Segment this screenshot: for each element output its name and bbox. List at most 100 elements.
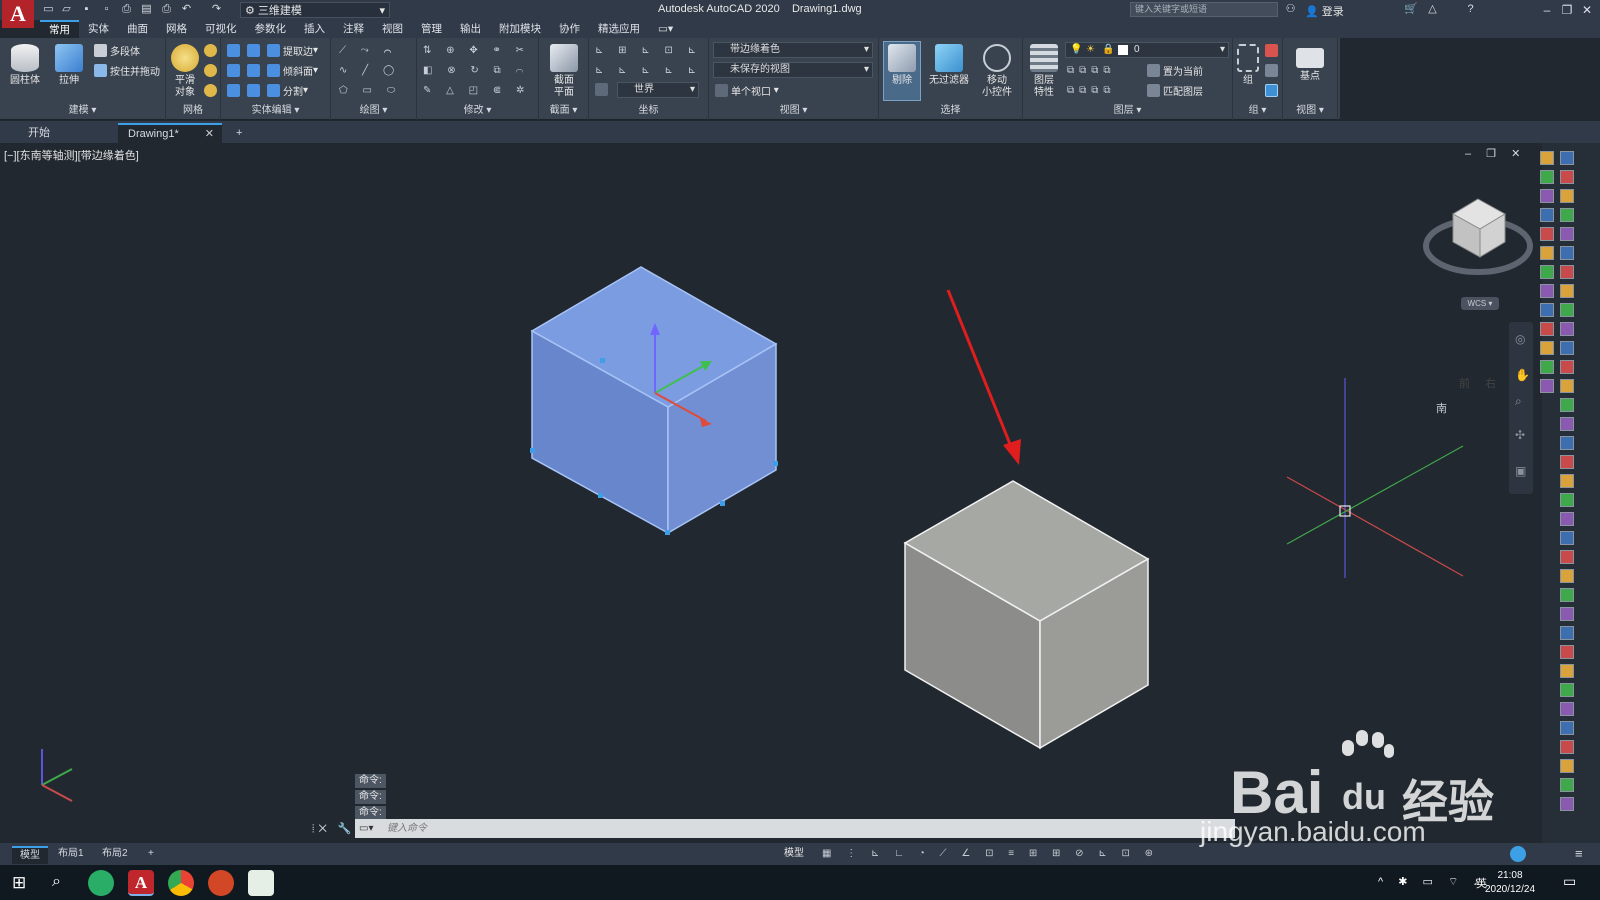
palette-tool-icon[interactable] [1560,265,1574,279]
taskbar-search-icon[interactable]: ⌕ [52,873,61,891]
group-select-icon[interactable] [1265,84,1278,97]
modify-row-2[interactable]: ◧ ⊗ ↻ ⧉ ⌒ [423,62,529,78]
set-current-button[interactable]: 置为当前 [1147,62,1203,78]
grip-point[interactable] [720,501,725,506]
new-file-icon[interactable]: ▭ [42,3,55,16]
smooth-object-button[interactable]: 平滑 对象 [166,44,204,99]
mesh-sphere-icon[interactable] [204,44,217,57]
intersect-icon[interactable] [227,84,240,97]
windows-start-icon[interactable]: ⊞ [12,873,26,893]
separate-button[interactable]: 分割 ▾ [267,82,308,98]
tab-start[interactable]: 开始 [18,123,118,143]
tab-layout2[interactable]: 布局2 [94,846,136,862]
thicken-icon[interactable] [247,84,260,97]
pan-icon[interactable]: ✋ [1515,368,1530,382]
subtract-icon[interactable] [227,64,240,77]
palette-tool-icon[interactable] [1540,170,1554,184]
draw-group-label[interactable]: 绘图 ▾ [331,104,416,118]
ucs-row-1[interactable]: ⊾ ⊞ ⊾ ⊡ ⊾ [595,42,702,58]
viewcube[interactable] [1423,198,1533,275]
login-button[interactable]: 👤 登录 [1305,3,1344,19]
extrude-button[interactable]: 拉伸 [50,44,88,87]
system-tray-icons[interactable]: ^ ✱ ▭ ⌔ ♪ [1378,875,1485,889]
modeling-group-label[interactable]: 建模 ▾ [0,104,165,118]
showmotion-icon[interactable]: ▣ [1515,464,1526,478]
save-icon[interactable]: ▪ [80,3,93,16]
coordinates-group-label[interactable]: 坐标 [589,104,708,118]
palette-tool-icon[interactable] [1540,322,1554,336]
presspull-button[interactable]: 按住并拖动 [94,62,160,78]
ucs-row-2[interactable]: ⊾ ⊾ ⊾ ⊾ ⊾ [595,62,702,78]
palette-tool-icon[interactable] [1540,151,1554,165]
section-group-label[interactable]: 截面 ▾ [539,104,588,118]
orbit-icon[interactable]: ✣ [1515,428,1525,442]
palette-tool-icon[interactable] [1540,208,1554,222]
mesh-group-label[interactable]: 网格 [166,104,220,118]
palette-tool-icon[interactable] [1560,398,1574,412]
open-folder-icon[interactable]: ▱ [60,3,73,16]
chrome-icon[interactable] [168,870,194,896]
customize-menu-icon[interactable]: ≡ [1575,846,1583,861]
layer-dropdown[interactable]: 💡 ☀ 🔒 0 ▾ [1065,42,1229,58]
app-tree-icon[interactable] [248,870,274,896]
layer-tools-row-2[interactable]: ⧉⧉⧉⧉ [1067,82,1116,98]
palette-tool-icon[interactable] [1560,531,1574,545]
grip-point[interactable] [598,493,603,498]
layers-group-label[interactable]: 图层 ▾ [1023,104,1232,118]
grip-point[interactable] [665,530,670,535]
palette-tool-icon[interactable] [1540,379,1554,393]
palette-tool-icon[interactable] [1540,189,1554,203]
status-toggle-icons[interactable]: ▦ ⋮ ⊾ ∟ ◔ ⟋ ∠ ⊡ ≡ ⊞ ⊞ ⊘ ⊾ ⊡ ⊛ [814,846,1167,862]
palette-tool-icon[interactable] [1560,740,1574,754]
viewport-config-button[interactable]: 单个视口 ▾ [715,82,779,98]
groups-group-label[interactable]: 组 ▾ [1233,104,1282,118]
section-plane-button[interactable]: 截面 平面 [545,44,583,99]
share-icon[interactable]: △ [1426,3,1439,16]
palette-tool-icon[interactable] [1560,550,1574,564]
solid-edit-group-label[interactable]: 实体编辑 ▾ [221,104,330,118]
add-layout-button[interactable]: + [140,846,162,862]
tab-solid[interactable]: 实体 [79,20,118,38]
help-icon[interactable]: ? [1464,3,1477,16]
new-tab-button[interactable]: + [226,123,246,143]
cart-icon[interactable]: 🛒 [1404,3,1418,16]
palette-tool-icon[interactable] [1560,683,1574,697]
restore-button[interactable]: ❐ [1558,2,1576,18]
palette-tool-icon[interactable] [1560,493,1574,507]
palette-tool-icon[interactable] [1540,303,1554,317]
modify-row-3[interactable]: ✎ △ ◰ ⋐ ✲ [423,82,530,98]
palette-tool-icon[interactable] [1560,151,1574,165]
tab-collaborate[interactable]: 协作 [550,20,589,38]
saved-view-dropdown[interactable]: 未保存的视图 ▾ [713,62,873,78]
tab-manage[interactable]: 管理 [412,20,451,38]
palette-tool-icon[interactable] [1540,246,1554,260]
modify-group-label[interactable]: 修改 ▾ [417,104,538,118]
tab-model-layout[interactable]: 模型 [12,846,48,864]
culling-button[interactable]: 剔除 [883,41,921,101]
move-gizmo-button[interactable]: 移动 小控件 [977,44,1017,99]
autocad-logo[interactable]: A [2,0,34,28]
palette-tool-icon[interactable] [1560,721,1574,735]
workspace-dropdown[interactable]: ⚙ 三维建模 ▾ [240,2,390,18]
mesh-crease-icon[interactable] [204,84,217,97]
mesh-refine-icon[interactable] [204,64,217,77]
palette-tool-icon[interactable] [1560,170,1574,184]
tab-view[interactable]: 视图 [373,20,412,38]
palette-tool-icon[interactable] [1560,588,1574,602]
union-icon[interactable] [227,44,240,57]
cylinder-button[interactable]: 圆柱体 [6,44,44,87]
view-group-label[interactable]: 视图 ▾ [709,104,878,118]
binoculars-icon[interactable]: ⚇ [1284,3,1297,16]
palette-tool-icon[interactable] [1560,759,1574,773]
draw-row-1[interactable]: ⟋ ⤳ ⌒ [339,42,397,58]
draw-row-3[interactable]: ⬠ ▭ ⬭ [339,82,401,98]
ucs-icon[interactable] [595,83,608,96]
palette-tool-icon[interactable] [1560,569,1574,583]
tab-drawing1[interactable]: Drawing1* ✕ [118,123,222,143]
redo-icon[interactable]: ↷ [210,3,223,16]
no-filter-button[interactable]: 无过滤器 [927,44,971,87]
ungroup-icon[interactable] [1265,64,1278,77]
palette-tool-icon[interactable] [1540,227,1554,241]
tab-layout1[interactable]: 布局1 [50,846,92,862]
command-input[interactable]: ▭▾ 键入命令 [355,819,1235,838]
